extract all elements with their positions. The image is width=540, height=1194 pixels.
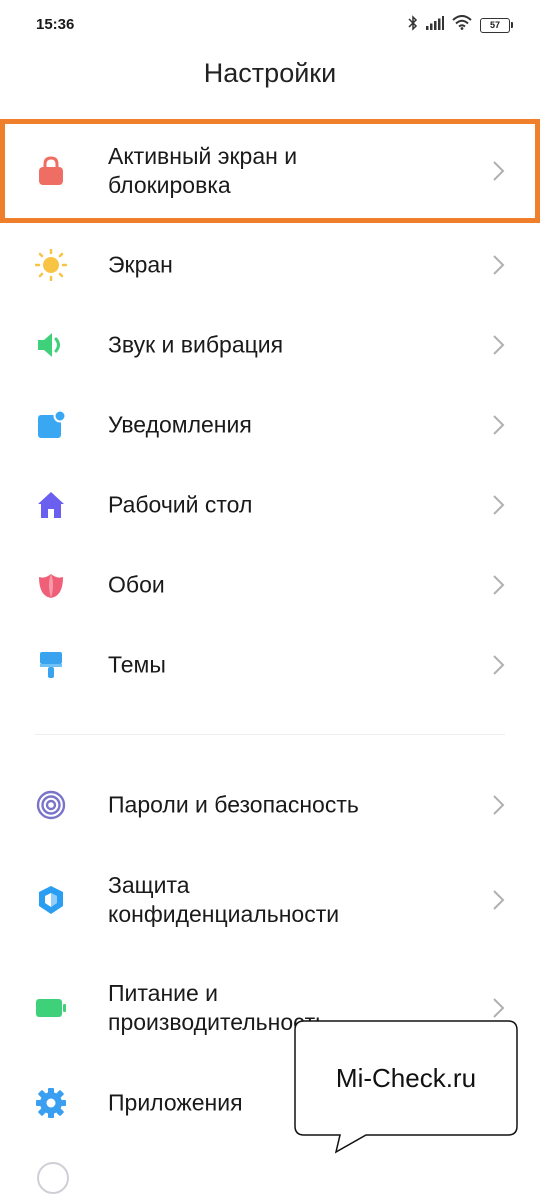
home-icon bbox=[35, 489, 67, 521]
sun-icon bbox=[35, 249, 67, 281]
wifi-icon bbox=[452, 15, 472, 35]
signal-icon bbox=[426, 15, 444, 35]
watermark-text: Mi-Check.ru bbox=[335, 1062, 477, 1093]
setting-label: Защита конфиденциальности bbox=[108, 872, 340, 927]
setting-display[interactable]: Экран bbox=[0, 225, 540, 305]
page-title: Настройки bbox=[203, 58, 337, 88]
shield-icon bbox=[35, 884, 67, 916]
setting-label: Активный экран и блокировка bbox=[108, 143, 298, 198]
status-bar: 15:36 57 bbox=[0, 0, 540, 52]
tulip-icon bbox=[35, 569, 67, 601]
lock-icon bbox=[35, 155, 67, 187]
setting-themes[interactable]: Темы bbox=[0, 625, 540, 705]
chevron-right-icon bbox=[492, 254, 506, 276]
setting-passwords-security[interactable]: Пароли и безопасность bbox=[0, 765, 540, 845]
section-divider bbox=[35, 734, 505, 735]
setting-home-screen[interactable]: Рабочий стол bbox=[0, 465, 540, 545]
chevron-right-icon bbox=[492, 414, 506, 436]
chevron-right-icon bbox=[492, 889, 506, 911]
chevron-right-icon bbox=[492, 654, 506, 676]
setting-label: Уведомления bbox=[108, 411, 252, 438]
speaker-icon bbox=[35, 329, 67, 361]
notification-icon bbox=[35, 409, 67, 441]
partial-row-icon bbox=[37, 1162, 69, 1194]
status-icons: 57 bbox=[408, 14, 513, 36]
setting-label: Экран bbox=[108, 251, 173, 278]
setting-notifications[interactable]: Уведомления bbox=[0, 385, 540, 465]
setting-sound[interactable]: Звук и вибрация bbox=[0, 305, 540, 385]
setting-wallpaper[interactable]: Обои bbox=[0, 545, 540, 625]
setting-label: Рабочий стол bbox=[108, 491, 253, 518]
setting-label: Пароли и безопасность bbox=[108, 791, 359, 818]
battery-power-icon bbox=[35, 992, 67, 1024]
setting-label: Звук и вибрация bbox=[108, 331, 284, 358]
battery-icon: 57 bbox=[480, 17, 513, 33]
brush-icon bbox=[35, 649, 67, 681]
setting-label: Обои bbox=[108, 571, 165, 598]
setting-label: Темы bbox=[108, 651, 166, 678]
gear-icon bbox=[35, 1087, 67, 1119]
setting-label: Приложения bbox=[108, 1089, 243, 1116]
setting-lock-screen[interactable]: Активный экран и блокировка bbox=[0, 131, 540, 211]
chevron-right-icon bbox=[492, 997, 506, 1019]
chevron-right-icon bbox=[492, 334, 506, 356]
watermark-bubble: Mi-Check.ru bbox=[294, 1020, 518, 1154]
chevron-right-icon bbox=[492, 574, 506, 596]
status-time: 15:36 bbox=[36, 16, 75, 33]
fingerprint-icon bbox=[35, 789, 67, 821]
chevron-right-icon bbox=[492, 160, 506, 182]
bluetooth-icon bbox=[408, 14, 418, 36]
chevron-right-icon bbox=[492, 794, 506, 816]
setting-privacy[interactable]: Защита конфиденциальности bbox=[0, 860, 540, 940]
chevron-right-icon bbox=[492, 494, 506, 516]
